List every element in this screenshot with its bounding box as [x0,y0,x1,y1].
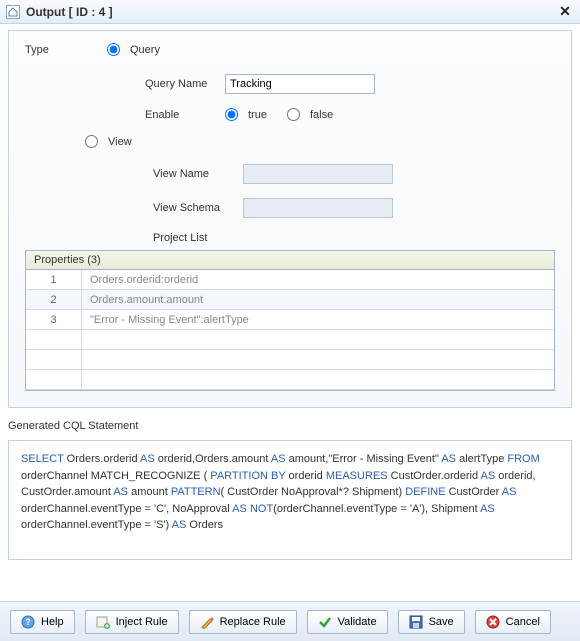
row-value: "Error - Missing Event":alertType [82,314,249,326]
view-schema-label: View Schema [153,202,243,214]
properties-table-header: Properties (3) [26,251,554,270]
view-schema-input [243,198,393,218]
table-row[interactable]: 3"Error - Missing Event":alertType [26,310,554,330]
cancel-label: Cancel [506,616,540,628]
replace-rule-label: Replace Rule [220,616,286,628]
type-view-radio-label: View [108,136,132,148]
validate-icon [318,615,332,629]
title-bar: Output [ ID : 4 ] ✕ [0,0,580,24]
save-icon [409,615,423,629]
query-name-label: Query Name [145,78,225,90]
row-value: Orders.orderid:orderid [82,274,198,286]
type-view-radio[interactable]: View [85,135,555,148]
footer-toolbar: ? Help Inject Rule Replace Rule Validate… [0,601,580,641]
row-value: Orders.amount:amount [82,294,203,306]
project-list-label: Project List [153,232,555,244]
table-row-empty [26,370,554,390]
enable-true-radio-input[interactable] [225,108,238,121]
validate-button[interactable]: Validate [307,610,388,634]
save-button[interactable]: Save [398,610,465,634]
enable-false-radio[interactable]: false [287,108,333,121]
help-button[interactable]: ? Help [10,610,75,634]
table-row-empty [26,350,554,370]
validate-label: Validate [338,616,377,628]
save-label: Save [429,616,454,628]
type-query-radio-input[interactable] [107,43,120,56]
row-index: 3 [26,310,82,329]
home-icon[interactable] [6,5,20,19]
query-name-input[interactable] [225,74,375,94]
window-title: Output [ ID : 4 ] [26,5,556,19]
enable-true-radio[interactable]: true [225,108,267,121]
type-view-radio-input[interactable] [85,135,98,148]
svg-text:?: ? [25,617,31,627]
cql-statement-box: SELECT Orders.orderid AS orderid,Orders.… [8,440,572,560]
enable-false-label: false [310,109,333,121]
inject-icon [96,615,110,629]
view-name-label: View Name [153,168,243,180]
enable-label: Enable [145,109,225,121]
close-icon[interactable]: ✕ [556,3,574,21]
type-label: Type [25,44,67,56]
cql-panel: Generated CQL Statement SELECT Orders.or… [8,420,572,560]
enable-true-label: true [248,109,267,121]
replace-icon [200,615,214,629]
form-panel: Type Query Query Name Enable true false [8,30,572,408]
cancel-button[interactable]: Cancel [475,610,551,634]
cql-label: Generated CQL Statement [8,420,572,432]
table-row[interactable]: 1Orders.orderid:orderid [26,270,554,290]
help-icon: ? [21,615,35,629]
inject-rule-button[interactable]: Inject Rule [85,610,179,634]
type-query-radio-label: Query [130,44,160,56]
cancel-icon [486,615,500,629]
view-name-input [243,164,393,184]
table-row[interactable]: 2Orders.amount:amount [26,290,554,310]
replace-rule-button[interactable]: Replace Rule [189,610,297,634]
row-index: 1 [26,270,82,289]
enable-false-radio-input[interactable] [287,108,300,121]
help-button-label: Help [41,616,64,628]
inject-rule-label: Inject Rule [116,616,168,628]
properties-table: Properties (3) 1Orders.orderid:orderid2O… [25,250,555,391]
row-index: 2 [26,290,82,309]
table-row-empty [26,330,554,350]
type-query-radio[interactable]: Query [107,43,160,56]
